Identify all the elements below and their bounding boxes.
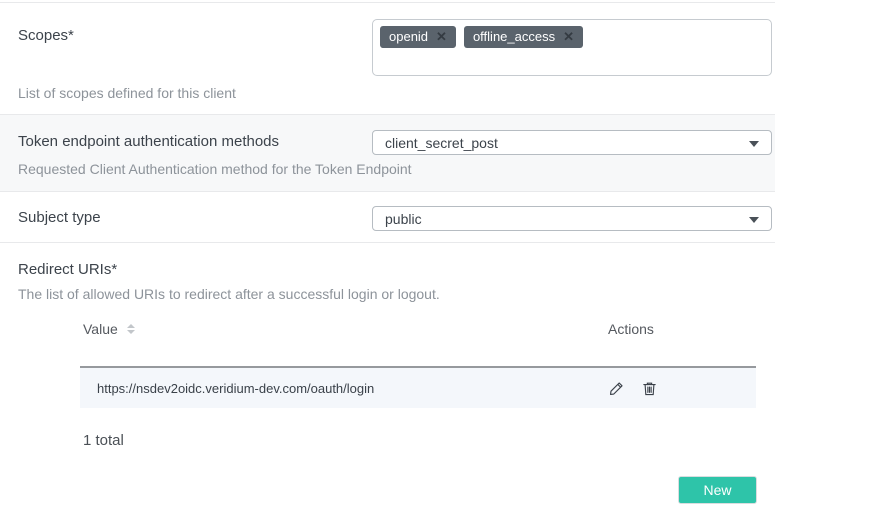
new-button[interactable]: New (678, 476, 757, 504)
scope-chip: openid ✕ (380, 26, 456, 48)
redirect-uri-value: https://nsdev2oidc.veridium-dev.com/oaut… (80, 381, 606, 396)
subject-type-selected-value: public (385, 211, 422, 227)
token-endpoint-select[interactable]: client_secret_post (372, 130, 772, 155)
token-endpoint-label: Token endpoint authentication methods (18, 133, 279, 150)
table-header-row: Value Actions (80, 317, 756, 368)
scope-chip: offline_access ✕ (464, 26, 583, 48)
scopes-row: Scopes* openid ✕ offline_access ✕ List o… (0, 2, 775, 114)
sort-icon[interactable] (127, 324, 135, 334)
scope-chip-label: offline_access (473, 30, 555, 43)
subject-type-select[interactable]: public (372, 206, 772, 231)
oidc-client-form: Scopes* openid ✕ offline_access ✕ List o… (0, 2, 879, 525)
scopes-label: Scopes* (18, 27, 74, 44)
scopes-help-text: List of scopes defined for this client (18, 85, 236, 101)
redirect-uris-section: Redirect URIs* The list of allowed URIs … (0, 243, 775, 525)
scope-chip-label: openid (389, 30, 428, 43)
subject-type-row: Subject type public (0, 192, 775, 243)
chevron-down-icon (749, 217, 759, 223)
column-header-actions: Actions (606, 321, 756, 337)
row-actions (606, 380, 756, 397)
edit-icon[interactable] (608, 380, 625, 397)
remove-scope-icon[interactable]: ✕ (563, 30, 574, 43)
delete-icon[interactable] (641, 380, 658, 397)
scopes-multiselect[interactable]: openid ✕ offline_access ✕ (372, 19, 772, 76)
total-count: 1 total (83, 432, 124, 449)
column-header-value[interactable]: Value (80, 321, 606, 337)
redirect-uris-help-text: The list of allowed URIs to redirect aft… (18, 286, 440, 302)
redirect-uris-label: Redirect URIs* (18, 261, 117, 278)
subject-type-label: Subject type (18, 209, 101, 226)
token-endpoint-help-text: Requested Client Authentication method f… (18, 161, 412, 177)
table-row: https://nsdev2oidc.veridium-dev.com/oaut… (80, 368, 756, 408)
remove-scope-icon[interactable]: ✕ (436, 30, 447, 43)
chevron-down-icon (749, 141, 759, 147)
token-endpoint-selected-value: client_secret_post (385, 135, 498, 151)
redirect-uris-table: Value Actions https://nsdev2oidc.veridiu… (80, 317, 756, 408)
token-endpoint-row: Token endpoint authentication methods cl… (0, 114, 775, 192)
